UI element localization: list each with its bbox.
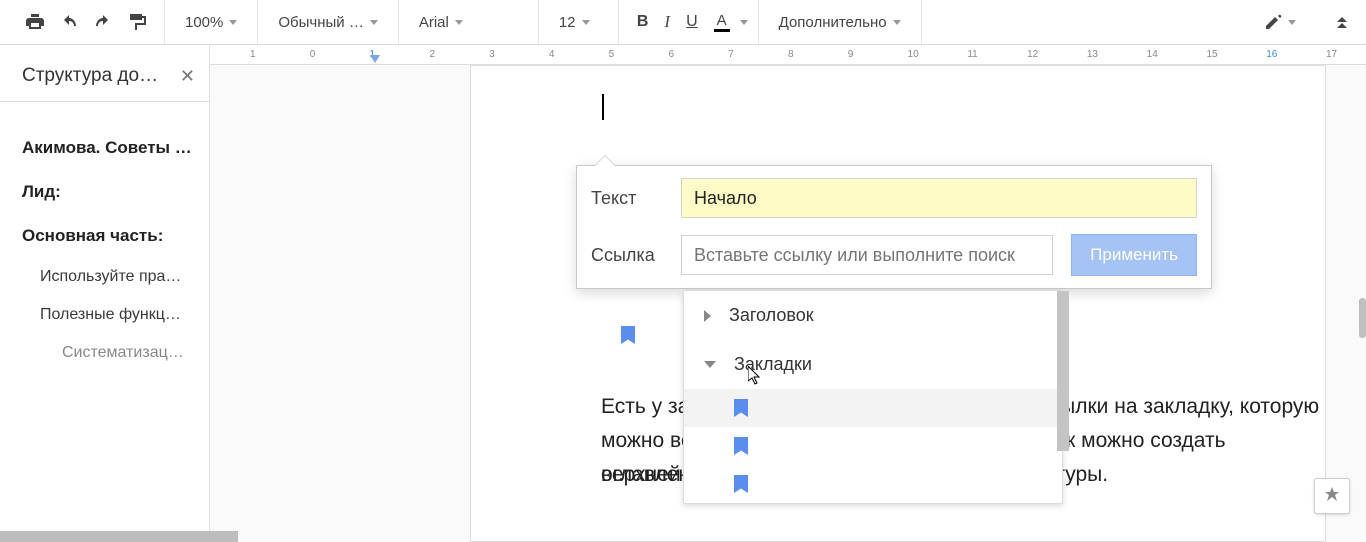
vertical-scrollbar[interactable] [1359, 298, 1366, 338]
size-value: 12 [559, 14, 576, 31]
more-group: Дополнительно [759, 0, 922, 44]
outline-subitem[interactable]: Используйте пра… [22, 258, 195, 296]
text-label: Текст [591, 188, 663, 209]
more-label: Дополнительно [779, 14, 887, 31]
ruler-tick: 17 [1326, 49, 1337, 60]
caret-down-icon [455, 20, 463, 25]
format-group: B I U A [619, 0, 759, 44]
popup-row-link: Ссылка Применить [577, 230, 1211, 288]
caret-down-icon [229, 20, 237, 25]
outline-item[interactable]: Акимова. Советы … [22, 126, 195, 170]
bookmark-icon[interactable] [621, 326, 635, 349]
sidebar-header: Структура до… ✕ [22, 65, 195, 101]
ruler-tick: 16 [1266, 49, 1277, 60]
outline-item[interactable]: Лид: [22, 170, 195, 214]
bookmark-icon [734, 437, 748, 455]
redo-icon[interactable] [86, 9, 120, 35]
ruler-tick: 13 [1087, 49, 1098, 60]
outline-subitem[interactable]: Полезные функц… [22, 296, 195, 334]
chevron-right-icon [704, 310, 711, 322]
ruler-tick: 5 [609, 49, 615, 60]
outline-subitem[interactable]: Систематизац… [22, 334, 195, 372]
caret-down-icon [370, 20, 378, 25]
ruler-tick: 8 [788, 49, 794, 60]
undo-icon[interactable] [52, 9, 86, 35]
style-value: Обычный … [278, 14, 363, 31]
apply-button[interactable]: Применить [1071, 234, 1197, 276]
heading-label: Заголовок [729, 305, 814, 326]
explore-button[interactable] [1314, 478, 1350, 514]
zoom-dropdown[interactable]: 100% [175, 14, 247, 31]
zoom-value: 100% [185, 14, 223, 31]
ruler-tick: 9 [848, 49, 854, 60]
bold-button[interactable]: B [629, 7, 657, 37]
ruler-tick: 15 [1206, 49, 1217, 60]
size-dropdown[interactable]: 12 [549, 14, 600, 31]
bookmark-icon [734, 399, 748, 417]
link-text-input[interactable] [681, 178, 1197, 218]
chevron-down-icon [704, 361, 716, 368]
ruler-tick: 1 [250, 49, 256, 60]
ruler-tick: 6 [668, 49, 674, 60]
toolbar: 100% Обычный … Arial 12 B I U A Д [0, 0, 1366, 45]
ruler-tick: 12 [1027, 49, 1038, 60]
font-dropdown[interactable]: Arial [409, 14, 473, 31]
dropdown-heading-section[interactable]: Заголовок [684, 291, 1062, 340]
ruler[interactable]: 101234567891011121314151617 [210, 45, 1366, 65]
style-group: Обычный … [258, 0, 398, 44]
more-dropdown[interactable]: Дополнительно [769, 14, 911, 31]
underline-button[interactable]: U [678, 7, 706, 37]
link-suggestions-dropdown: Заголовок Закладки [683, 290, 1063, 504]
outline-sidebar: Структура до… ✕ Акимова. Советы … Лид: О… [0, 45, 210, 542]
italic-button[interactable]: I [656, 6, 678, 38]
ruler-tick: 3 [489, 49, 495, 60]
paint-format-icon[interactable] [120, 7, 154, 37]
font-group: Arial [399, 0, 539, 44]
text-color-button[interactable]: A [706, 7, 738, 38]
link-label: Ссылка [591, 245, 663, 266]
caret-down-icon [740, 20, 748, 25]
text-cursor [602, 94, 604, 120]
toolbar-group-actions [8, 0, 165, 44]
ruler-tick: 2 [429, 49, 435, 60]
outline-item[interactable]: Основная часть: [22, 214, 195, 258]
edit-mode-icon[interactable] [1256, 7, 1288, 37]
print-icon[interactable] [18, 8, 52, 36]
document-area: 101234567891011121314151617 Есть у закла… [210, 45, 1366, 542]
ruler-tick: 11 [967, 49, 977, 60]
caret-down-icon [893, 20, 901, 25]
bookmark-list-item[interactable] [684, 389, 1062, 427]
close-icon[interactable]: ✕ [180, 66, 195, 87]
collapse-icon[interactable] [1326, 9, 1358, 35]
bookmarks-label: Закладки [734, 354, 812, 375]
style-dropdown[interactable]: Обычный … [268, 14, 387, 31]
bookmark-list-item[interactable] [684, 465, 1062, 503]
bookmark-list-item[interactable] [684, 427, 1062, 465]
sidebar-title: Структура до… [22, 65, 158, 87]
zoom-group: 100% [165, 0, 258, 44]
dropdown-scrollbar[interactable] [1057, 291, 1069, 451]
ruler-tick: 4 [549, 49, 555, 60]
main-area: Структура до… ✕ Акимова. Советы … Лид: О… [0, 45, 1366, 542]
caret-down-icon [582, 20, 590, 25]
ruler-tick: 14 [1147, 49, 1158, 60]
indent-marker-icon[interactable] [370, 55, 380, 63]
dropdown-bookmarks-section[interactable]: Закладки [684, 340, 1062, 389]
link-url-input[interactable] [681, 235, 1053, 275]
popup-row-text: Текст [577, 166, 1211, 230]
ruler-tick: 10 [908, 49, 919, 60]
font-value: Arial [419, 14, 449, 31]
horizontal-scrollbar[interactable] [0, 531, 238, 542]
bookmark-icon [734, 475, 748, 493]
ruler-tick: 7 [728, 49, 734, 60]
insert-link-popup: Текст Ссылка Применить Заголовок Закладк… [576, 165, 1212, 289]
caret-down-icon [1288, 20, 1296, 25]
ruler-tick: 0 [310, 49, 316, 60]
size-group: 12 [539, 0, 619, 44]
